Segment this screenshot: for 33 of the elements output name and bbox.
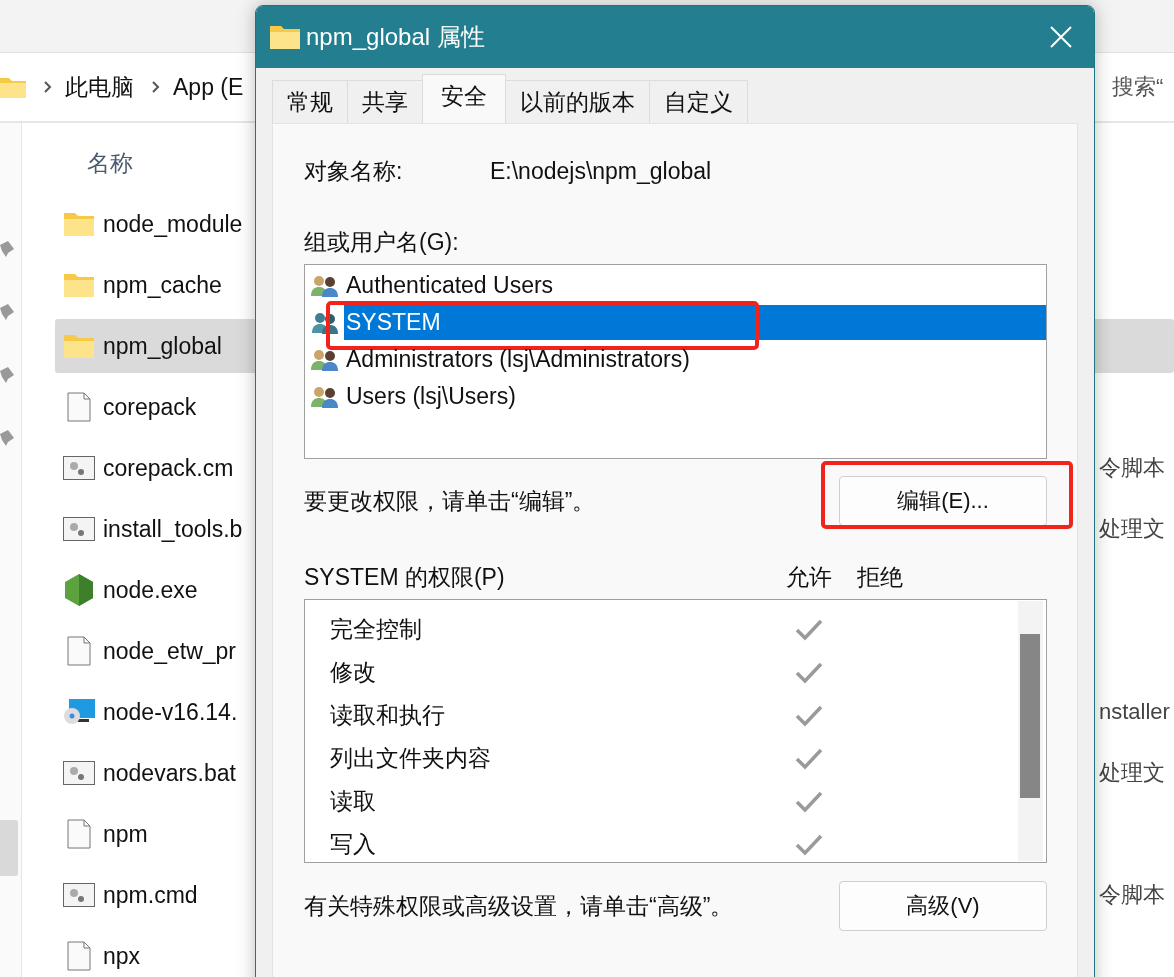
file-name: npm.cmd — [103, 881, 198, 909]
field-label: 对象名称: — [304, 157, 404, 186]
list-label: 组或用户名(G): — [304, 229, 459, 255]
permission-name: 完全控制 — [329, 615, 423, 644]
file-name: npm_global — [103, 332, 222, 360]
file-type: 处理文 — [1099, 515, 1165, 543]
permission-name: 修改 — [329, 658, 377, 687]
permission-name: 列出文件夹内容 — [329, 744, 492, 773]
column-header: 拒绝 — [856, 563, 904, 592]
file-name: npm_cache — [103, 271, 222, 299]
permission-name: 写入 — [329, 830, 377, 859]
file-name: node_module — [103, 210, 243, 238]
file-name: corepack.cm — [103, 454, 234, 482]
file-name: npx — [103, 942, 141, 970]
window-title: npm_global 属性 — [306, 22, 485, 52]
file-type: nstaller — [1099, 699, 1170, 725]
file-name: corepack — [103, 393, 197, 421]
file-type: 令脚本 — [1099, 881, 1165, 909]
file-type: 处理文 — [1099, 759, 1165, 787]
list-label: SYSTEM 的权限(P) — [304, 563, 506, 592]
file-name: node-v16.14. — [103, 698, 238, 726]
permission-name: 读取和执行 — [329, 701, 446, 730]
file-type: 令脚本 — [1099, 454, 1165, 482]
file-name: node.exe — [103, 576, 198, 604]
column-header: 允许 — [785, 563, 833, 592]
permission-name: 读取 — [329, 787, 377, 816]
object-name: E:\nodejs\npm_global — [490, 157, 712, 186]
file-name: nodevars.bat — [103, 759, 236, 787]
hint-text: 有关特殊权限或高级设置，请单击“高级”。 — [304, 891, 734, 921]
hint-text: 要更改权限，请单击“编辑”。 — [304, 486, 596, 516]
file-name: install_tools.b — [103, 515, 243, 543]
file-name: npm — [103, 820, 148, 848]
file-name: node_etw_pr — [103, 637, 236, 665]
